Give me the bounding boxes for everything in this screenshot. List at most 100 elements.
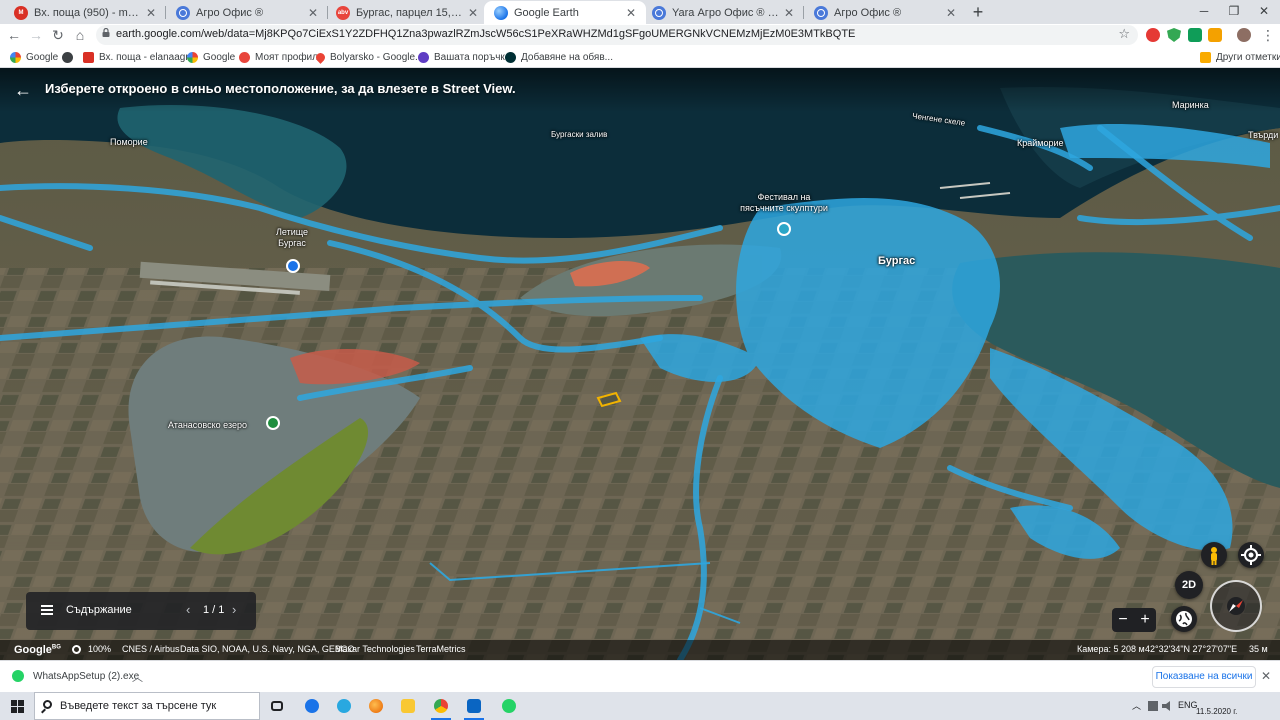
attribution-bar: GoogleBG 100% CNES / Airbus Data SIO, NO… [0, 640, 1280, 660]
lock-icon [102, 28, 110, 37]
home-button[interactable]: ⌂ [72, 27, 88, 43]
country-code: BG [51, 644, 61, 651]
forward-button[interactable]: → [28, 27, 44, 43]
airport-pin-icon[interactable] [286, 259, 300, 273]
new-tab-button[interactable]: + [968, 2, 988, 22]
olx-icon [505, 51, 516, 63]
bookmark-add-listing[interactable]: Добавяне на обяв... [505, 49, 613, 65]
credit-text: Data SIO, NOAA, U.S. Navy, NGA, GEBCO [180, 644, 355, 654]
bookmark-my-profile[interactable]: Моят профил [239, 49, 318, 65]
back-arrow-icon[interactable]: ← [14, 80, 34, 100]
bookmark-bolyarsko[interactable]: Bolyarsko - Google... [314, 49, 424, 65]
back-button[interactable]: ← [6, 27, 22, 43]
bookmark-google-2[interactable]: Google [187, 49, 235, 65]
globe-view-button[interactable] [1171, 606, 1197, 632]
start-button[interactable] [0, 692, 34, 720]
bookmark-gmail-elanaagro[interactable]: Вх. поща - elanaagr... [83, 49, 196, 65]
taskbar-chrome[interactable] [429, 694, 453, 720]
elevation: 35 м [1249, 644, 1268, 654]
whatsapp-icon [502, 699, 516, 713]
list-icon[interactable] [41, 605, 53, 615]
close-icon[interactable]: ✕ [944, 6, 958, 20]
taskbar-whatsapp[interactable] [497, 694, 521, 718]
my-location-button[interactable] [1238, 542, 1264, 568]
input-language[interactable]: ENG [1178, 700, 1198, 710]
tab-yara-agro-maps[interactable]: Yara Агро Офис ® Карти - Agro ✕ [642, 1, 804, 24]
bookmark-label: Вх. поща - elanaagr... [99, 51, 197, 63]
nature-pin-icon[interactable] [266, 416, 280, 430]
taskbar-photos[interactable] [462, 694, 486, 720]
close-icon[interactable]: ✕ [144, 6, 158, 20]
toggle-2d-button[interactable]: 2D [1175, 571, 1203, 599]
close-icon[interactable]: ✕ [466, 6, 480, 20]
chrome-icon [434, 699, 448, 713]
downloads-bar: WhatsAppSetup (2).exe ︿ Показване на вси… [0, 660, 1280, 692]
bookmark-your-order[interactable]: Вашата поръчка [418, 49, 511, 65]
adblock-extension-icon[interactable] [1146, 28, 1160, 42]
place-label-atanasovsko-lake: Атанасовско езеро [168, 420, 247, 430]
reload-button[interactable]: ↻ [50, 27, 66, 43]
place-label-pomorie: Поморие [110, 137, 148, 147]
bookmark-label: Bolyarsko - Google... [330, 51, 424, 63]
previous-page-button[interactable]: ‹ [186, 602, 190, 617]
pegman-icon [1211, 547, 1217, 565]
window-close-button[interactable]: ✕ [1248, 0, 1280, 24]
taskbar-edge[interactable] [300, 694, 324, 718]
tab-google-earth[interactable]: Google Earth ✕ [484, 1, 646, 24]
address-bar[interactable]: earth.google.com/web/data=Mj8KPQo7CiExS1… [96, 25, 1138, 45]
globe-icon [814, 5, 828, 20]
chevron-up-icon[interactable]: ︿ [132, 669, 143, 685]
maps-pin-icon [314, 50, 327, 64]
tab-burgas-parcel[interactable]: abv Бургас, парцел 15,000 дка. -Чартъ ✕ [326, 1, 488, 24]
download-filename[interactable]: WhatsAppSetup (2).exe [33, 671, 139, 682]
internet-explorer-icon [337, 699, 351, 713]
taskbar-search[interactable]: Въведете текст за търсене тук [34, 692, 260, 720]
bookmark-google[interactable]: Google [10, 49, 58, 65]
poi-label-sand-festival: Фестивал на пясъчните скулптури [724, 192, 844, 214]
network-icon[interactable] [1148, 701, 1158, 711]
gmail-icon [83, 51, 94, 63]
taskbar-explorer[interactable] [396, 694, 420, 718]
profile-avatar[interactable] [1237, 28, 1251, 42]
google-icon [187, 51, 198, 63]
minimize-button[interactable]: ─ [1188, 0, 1220, 24]
show-all-downloads-button[interactable]: Показване на всички [1152, 666, 1256, 688]
shield-extension-icon[interactable] [1167, 28, 1181, 42]
zoom-in-button[interactable]: + [1134, 609, 1156, 631]
tab-gmail[interactable]: M Вх. поща (950) - mollov67@gmail.com ✕ [4, 1, 166, 24]
menu-icon[interactable]: ⋮ [1260, 27, 1276, 43]
lock-extension-icon[interactable] [1208, 28, 1222, 42]
close-downloads-button[interactable]: ✕ [1261, 669, 1271, 683]
contents-panel[interactable]: Съдържание ‹ 1 / 1 › [26, 592, 256, 630]
tray-chevron-icon[interactable]: ︿ [1132, 699, 1142, 711]
next-page-button[interactable]: › [232, 602, 236, 617]
pegman-button[interactable] [1201, 542, 1227, 568]
poi-label-line: Летище [275, 227, 309, 237]
bookmark-globe[interactable] [62, 49, 78, 65]
tab-agro-office-2[interactable]: Агро Офис ® ✕ [804, 1, 966, 24]
compass-button[interactable] [1210, 580, 1262, 632]
attraction-pin-icon[interactable] [777, 222, 791, 236]
close-icon[interactable]: ✕ [624, 6, 638, 20]
grammar-extension-icon[interactable] [1188, 28, 1202, 42]
bookmark-label: Моят профил [255, 51, 318, 63]
abv-icon: abv [336, 5, 350, 20]
close-icon[interactable]: ✕ [306, 6, 320, 20]
taskbar-ie[interactable] [332, 694, 356, 718]
bookmark-star-icon[interactable]: ☆ [1118, 26, 1130, 42]
tab-agro-office[interactable]: Агро Офис ® ✕ [166, 1, 328, 24]
system-date[interactable]: 11.5.2020 г. [1196, 707, 1237, 716]
taskbar-firefox[interactable] [364, 694, 388, 718]
place-label-burgas-bay: Бургаски залив [551, 130, 608, 139]
close-icon[interactable]: ✕ [782, 6, 796, 20]
task-view-button[interactable] [265, 694, 289, 718]
zoom-out-button[interactable]: − [1112, 609, 1134, 631]
gmail-icon: M [14, 5, 28, 20]
other-bookmarks[interactable]: Други отметки [1200, 49, 1280, 65]
earth-3d-view[interactable]: ← Изберете откроено в синьо местоположен… [0, 68, 1280, 660]
maximize-button[interactable]: ❐ [1218, 0, 1250, 24]
volume-icon[interactable] [1162, 701, 1170, 711]
tab-title: Google Earth [514, 6, 579, 19]
opacity-icon[interactable] [72, 645, 81, 654]
coordinates: 42°32'34"N 27°27'07"E [1145, 644, 1238, 654]
